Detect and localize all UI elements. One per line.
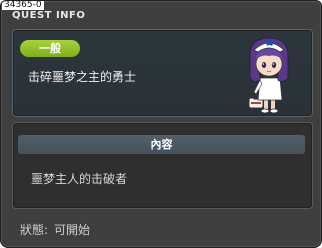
quest-id: 34365-0 [2,0,44,10]
quest-summary-panel: 一般 击碎噩梦之主的勇士 [12,29,313,117]
status-value: 可開始 [54,223,91,237]
quest-info-window: 34365-0 QUEST INFO 一般 击碎噩梦之主的勇士 內容 噩梦主人的… [0,0,322,248]
status-label: 狀態: [20,223,49,237]
content-header: 內容 [18,135,305,154]
quest-content-panel: 內容 噩梦主人的击破者 [12,122,313,209]
quest-name: 击碎噩梦之主的勇士 [28,70,137,84]
quest-status: 狀態: 可開始 [20,221,90,238]
npc-nurse-girl-icon [248,37,289,114]
title-bar[interactable]: 34365-0 QUEST INFO [1,1,321,23]
category-badge: 一般 [20,40,80,57]
window-title: QUEST INFO [12,10,86,21]
content-text: 噩梦主人的击破者 [31,172,128,186]
